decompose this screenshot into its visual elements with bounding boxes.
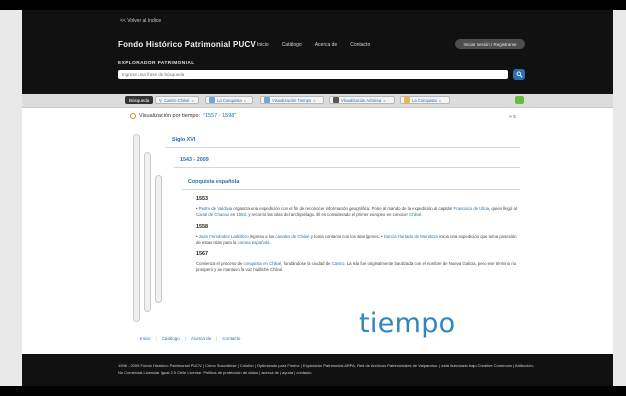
busqueda-button[interactable]: Búsqueda bbox=[125, 96, 154, 104]
period-label[interactable]: 1543 - 2009 bbox=[180, 157, 209, 163]
visualization-range: "1557 - 1598" bbox=[203, 113, 237, 119]
footer-nav: Inicio | Catálogo | Acerca de | Contacto bbox=[140, 336, 240, 341]
event-year: 1558 bbox=[196, 224, 208, 230]
visualization-title: Visualización por tiempo: "1557 - 1598" bbox=[130, 113, 236, 119]
tab-label: Visualización Arbórea bbox=[341, 97, 382, 103]
event-link[interactable]: Francisco de Ulloa bbox=[454, 206, 490, 211]
event-text: • Juan Fernández Ladrillero ingresa a lo… bbox=[196, 234, 521, 246]
tab-label: La Conquista bbox=[217, 97, 242, 103]
letterbox-bottom bbox=[0, 386, 626, 396]
separator: | bbox=[184, 336, 186, 341]
timeline-scroll-topic[interactable] bbox=[155, 175, 162, 303]
tab-la-conquista[interactable]: La Conquista × bbox=[205, 96, 253, 104]
close-icon[interactable]: × bbox=[439, 98, 441, 103]
event-link[interactable]: conquista en Chiloé bbox=[244, 261, 282, 266]
event-year: 1567 bbox=[196, 251, 208, 257]
close-icon[interactable]: × bbox=[191, 98, 193, 103]
event-text-segment: , y recorrió las islas del archipiélago.… bbox=[245, 212, 410, 217]
separator: | bbox=[155, 336, 157, 341]
tab-label: La Conquista bbox=[412, 97, 437, 103]
divider bbox=[165, 147, 520, 148]
add-tab-button[interactable] bbox=[515, 96, 524, 104]
site-footer: 1998 - 2009 Fondo Histórico Patrimonial … bbox=[22, 354, 613, 386]
search-icon bbox=[516, 71, 523, 78]
visualization-tools[interactable]: » ≡ bbox=[509, 114, 516, 120]
event-text-segment: organiza una expedición con el fin de re… bbox=[232, 206, 454, 211]
tab-la-conquista-2[interactable]: La Conquista × bbox=[400, 96, 450, 104]
folder-icon bbox=[404, 97, 410, 103]
visualization-title-prefix: Visualización por tiempo: bbox=[139, 113, 201, 119]
tab-visualizacion-tiempo[interactable]: Visualización Tiempo × bbox=[260, 96, 324, 104]
nav-catalogo[interactable]: Catálogo bbox=[282, 42, 302, 48]
footer-link-catalogo[interactable]: Catálogo bbox=[162, 336, 180, 341]
explorer-label: EXPLORADOR PATRIMONIAL bbox=[118, 61, 195, 66]
nav-contacto[interactable]: Contacto bbox=[350, 42, 370, 48]
clock-icon bbox=[130, 113, 136, 119]
search-button[interactable] bbox=[513, 69, 525, 80]
search-input[interactable] bbox=[118, 70, 508, 79]
event-text-segment: , fundándose la ciudad de bbox=[281, 261, 332, 266]
separator: | bbox=[216, 336, 218, 341]
topic-label[interactable]: Conquista española bbox=[188, 179, 239, 185]
close-icon[interactable]: × bbox=[313, 98, 315, 103]
nav-acerca[interactable]: Acerca de bbox=[315, 42, 338, 48]
event-link[interactable]: Chiloé bbox=[409, 212, 421, 217]
tree-icon bbox=[333, 97, 339, 103]
event-link[interactable]: Juan Fernández Ladrillero bbox=[199, 234, 249, 239]
close-icon[interactable]: × bbox=[244, 98, 246, 103]
timeline-scroll-century[interactable] bbox=[133, 134, 140, 322]
event-text-segment: Comienza el proceso de bbox=[196, 261, 244, 266]
site-title[interactable]: Fondo Histórico Patrimonial PUCV bbox=[118, 40, 256, 49]
footer-link-contacto[interactable]: Contacto bbox=[222, 336, 240, 341]
browser-page: << Volver al índice Fondo Histórico Patr… bbox=[22, 10, 613, 386]
event-link[interactable]: Castro bbox=[332, 261, 345, 266]
window-icon bbox=[264, 97, 270, 103]
close-icon[interactable]: × bbox=[383, 98, 385, 103]
tab-visualizacion-arborea[interactable]: Visualización Arbórea × bbox=[329, 96, 395, 104]
event-link[interactable]: García Hurtado de Mendoza bbox=[384, 234, 438, 239]
event-text-segment: ingresa a los bbox=[248, 234, 276, 239]
letterbox-top bbox=[0, 0, 626, 10]
event-text-segment: . bbox=[269, 240, 271, 245]
event-link[interactable]: corona española bbox=[238, 240, 270, 245]
tab-castro-chiloe[interactable]: ⚲ Castro Chiloé × bbox=[155, 96, 199, 104]
event-text: Comienza el proceso de conquista en Chil… bbox=[196, 261, 521, 273]
footer-link-acerca[interactable]: Acerca de bbox=[191, 336, 211, 341]
event-text-segment: y toma contacto con los aborígenes. • bbox=[309, 234, 384, 239]
event-link[interactable]: canales de Chiloé bbox=[275, 234, 309, 239]
event-link[interactable]: Canal de Chacao bbox=[196, 212, 229, 217]
site-header: << Volver al índice Fondo Histórico Patr… bbox=[22, 10, 613, 94]
event-year: 1553 bbox=[196, 196, 208, 202]
tab-label: Castro Chiloé bbox=[164, 97, 190, 103]
century-label[interactable]: Siglo XVI bbox=[172, 137, 195, 143]
back-to-index-link[interactable]: << Volver al índice bbox=[120, 18, 161, 24]
event-link[interactable]: 1553 bbox=[236, 212, 246, 217]
event-text-segment: . bbox=[421, 212, 423, 217]
footer-link-inicio[interactable]: Inicio bbox=[140, 336, 151, 341]
event-text: • Pedro de Valdivia organiza una expedic… bbox=[196, 206, 521, 218]
timeline-scroll-period[interactable] bbox=[144, 152, 151, 312]
login-button[interactable]: Iniciar sesión / Registrarse bbox=[455, 39, 525, 49]
tab-toolbar: Búsqueda ⚲ Castro Chiloé × La Conquista … bbox=[22, 94, 613, 108]
main-nav: Inicio Catálogo Acerca de Contacto bbox=[257, 42, 370, 48]
nav-inicio[interactable]: Inicio bbox=[257, 42, 269, 48]
event-text-segment: , quien llegó al bbox=[489, 206, 517, 211]
event-link[interactable]: Pedro de Valdivia bbox=[199, 206, 232, 211]
divider bbox=[174, 167, 520, 168]
divider bbox=[182, 189, 520, 190]
tab-label: Visualización Tiempo bbox=[272, 97, 312, 103]
tiempo-brand-word: tiempo bbox=[359, 308, 456, 339]
window-icon bbox=[209, 97, 215, 103]
footer-credits: 1998 - 2009 Fondo Histórico Patrimonial … bbox=[118, 363, 535, 375]
search-icon: ⚲ bbox=[159, 97, 163, 103]
